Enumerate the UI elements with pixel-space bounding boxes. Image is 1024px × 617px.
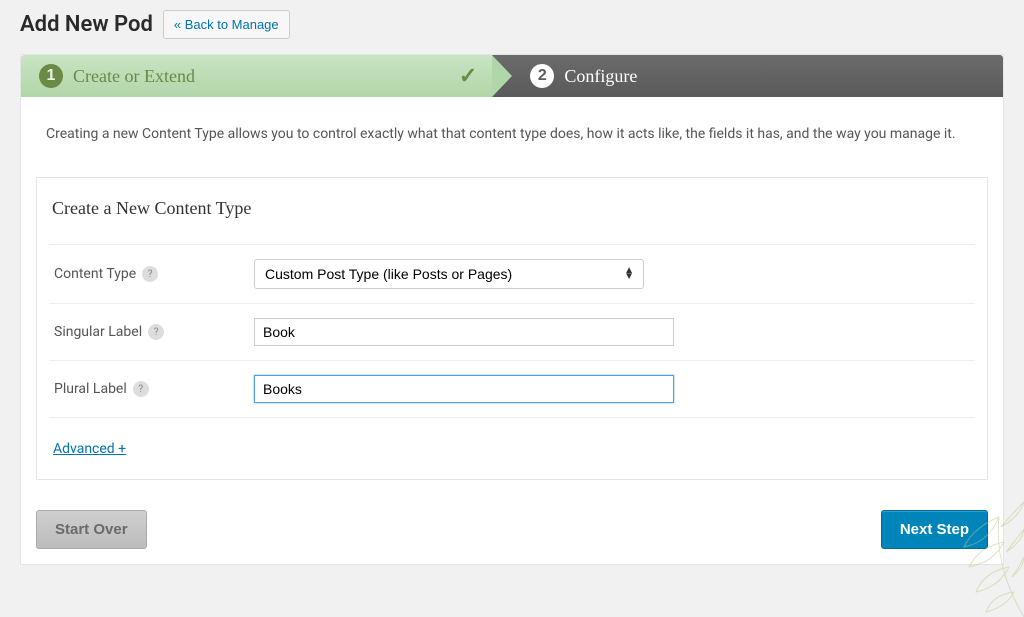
content-type-select[interactable]: Custom Post Type (like Posts or Pages) xyxy=(254,259,644,289)
start-over-button[interactable]: Start Over xyxy=(36,510,147,549)
tab-label-2: Configure xyxy=(564,66,637,87)
tab-number-2: 2 xyxy=(530,64,554,88)
singular-label-input[interactable] xyxy=(254,318,674,346)
intro-text: Creating a new Content Type allows you t… xyxy=(21,97,1003,177)
help-icon[interactable]: ? xyxy=(142,266,158,282)
content-type-row: Content Type ? Custom Post Type (like Po… xyxy=(49,244,975,303)
tab-create-or-extend[interactable]: 1 Create or Extend ✓ xyxy=(21,55,492,97)
wizard-tabs: 1 Create or Extend ✓ 2 Configure xyxy=(21,55,1003,97)
back-to-manage-button[interactable]: « Back to Manage xyxy=(163,10,290,39)
singular-label-label: Singular Label ? xyxy=(54,324,254,340)
panel-title: Create a New Content Type xyxy=(49,198,975,244)
plural-label-label: Plural Label ? xyxy=(54,381,254,397)
create-content-type-panel: Create a New Content Type Content Type ?… xyxy=(36,177,988,480)
wizard-container: 1 Create or Extend ✓ 2 Configure Creatin… xyxy=(20,54,1004,565)
tab-configure[interactable]: 2 Configure xyxy=(492,55,1003,97)
plural-label-row: Plural Label ? xyxy=(49,360,975,417)
page-title: Add New Pod xyxy=(20,12,153,37)
content-type-label: Content Type ? xyxy=(54,266,254,282)
tab-number-1: 1 xyxy=(39,64,63,88)
help-icon[interactable]: ? xyxy=(148,324,164,340)
next-step-button[interactable]: Next Step xyxy=(881,510,988,549)
help-icon[interactable]: ? xyxy=(133,381,149,397)
singular-label-row: Singular Label ? xyxy=(49,303,975,360)
footer-buttons: Start Over Next Step xyxy=(21,495,1003,564)
advanced-row: Advanced + xyxy=(49,417,975,479)
plural-label-input[interactable] xyxy=(254,375,674,403)
check-icon: ✓ xyxy=(459,63,477,89)
advanced-toggle-link[interactable]: Advanced + xyxy=(53,441,126,457)
tab-label-1: Create or Extend xyxy=(73,66,195,87)
